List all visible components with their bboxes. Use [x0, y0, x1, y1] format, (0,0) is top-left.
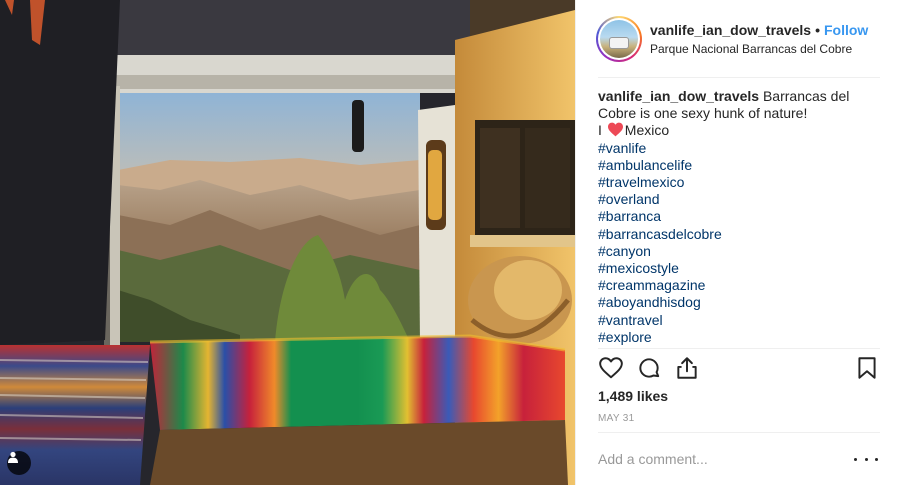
caption-username[interactable]: vanlife_ian_dow_travels — [598, 88, 759, 104]
more-options-icon[interactable] — [854, 450, 878, 468]
heart-outline-icon[interactable] — [598, 355, 624, 381]
hashtag-link[interactable]: #mexicostyle — [598, 260, 888, 277]
comment-input[interactable] — [598, 449, 838, 469]
header-divider — [598, 77, 880, 78]
hashtag-link[interactable]: #travelmexico — [598, 174, 888, 191]
caption-country: Mexico — [624, 122, 670, 139]
hashtag-link[interactable]: #barrancasdelcobre — [598, 226, 888, 243]
caption: vanlife_ian_dow_travels Barrancas del Co… — [598, 88, 888, 346]
comment-bubble-icon[interactable] — [636, 355, 662, 381]
hashtag-link[interactable]: #creammagazine — [598, 277, 888, 294]
share-icon[interactable] — [674, 355, 700, 381]
location-link[interactable]: Parque Nacional Barrancas del Cobre — [650, 40, 868, 58]
username-link[interactable]: vanlife_ian_dow_travels — [650, 21, 811, 39]
post-photo[interactable] — [0, 0, 575, 485]
user-tag-icon[interactable] — [7, 451, 31, 475]
bookmark-icon[interactable] — [854, 355, 880, 381]
likes-count[interactable]: 1,489 likes — [598, 388, 668, 404]
post-date[interactable]: MAY 31 — [598, 413, 634, 424]
post-side-panel: vanlife_ian_dow_travels • Follow Parque … — [575, 0, 900, 485]
hashtag-link[interactable]: #vanlife — [598, 140, 888, 157]
van-canyon-photo — [0, 0, 575, 485]
actions-divider — [598, 348, 880, 349]
hashtag-link[interactable]: #vantravel — [598, 312, 888, 329]
hashtag-link[interactable]: #canyon — [598, 243, 888, 260]
action-bar — [598, 355, 880, 383]
comment-divider — [598, 432, 880, 433]
follow-button[interactable]: Follow — [824, 21, 868, 39]
hashtag-link[interactable]: #explore — [598, 329, 888, 346]
hashtag-link[interactable]: #aboyandhisdog — [598, 294, 888, 311]
hashtag-link[interactable]: #overland — [598, 191, 888, 208]
hashtag-link[interactable]: #barranca — [598, 208, 888, 225]
avatar[interactable] — [596, 16, 642, 62]
separator-dot: • — [815, 21, 820, 38]
hashtag-link[interactable]: #ambulancelife — [598, 157, 888, 174]
caption-i: I — [598, 122, 606, 139]
post-header: vanlife_ian_dow_travels • Follow Parque … — [576, 0, 900, 78]
heart-emoji-icon — [607, 123, 623, 137]
